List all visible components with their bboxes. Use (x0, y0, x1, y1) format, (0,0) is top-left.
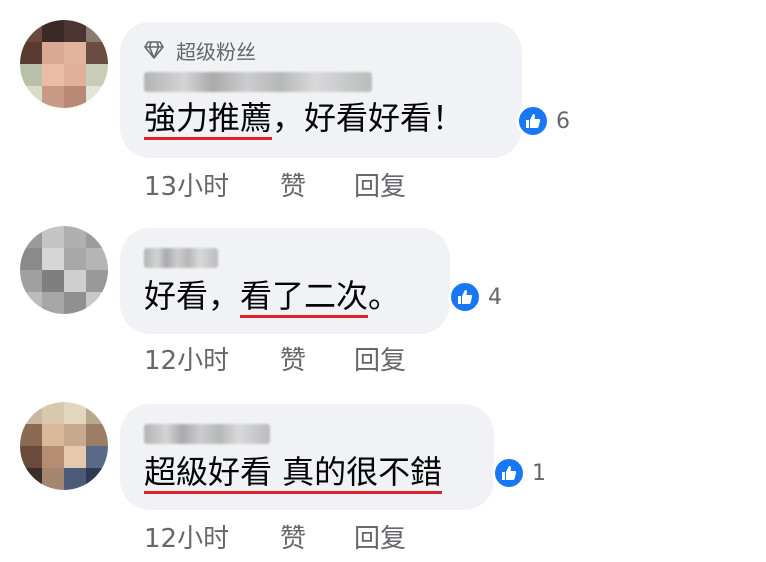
author-name[interactable] (144, 424, 270, 444)
reaction-count: 6 (556, 108, 570, 134)
thumbs-up-icon (516, 104, 550, 138)
comment-text-highlight: 看了二次 (240, 277, 369, 318)
author-name[interactable] (144, 248, 218, 268)
thumbs-up-icon (492, 456, 526, 490)
comment-actions: 13小时 赞 回复 (144, 166, 406, 203)
comment-bubble: 超級好看 真的很不錯 (120, 404, 494, 510)
comment-text: 好看，看了二次。 (144, 274, 428, 318)
reaction-summary[interactable]: 4 (448, 280, 502, 314)
reply-button[interactable]: 回复 (354, 518, 406, 555)
comment-text-rest: ，好看好看！ (272, 99, 465, 137)
comment-text-highlight: 強力推薦 (144, 99, 273, 140)
timestamp[interactable]: 13小时 (144, 166, 280, 203)
reaction-count: 4 (488, 284, 502, 310)
comment-text-start: 好看， (144, 277, 241, 315)
avatar[interactable] (20, 402, 108, 490)
comment-text-highlight: 超級好看 真的很不錯 (144, 453, 443, 494)
comment-text: 超級好看 真的很不錯 (144, 450, 472, 494)
comment-bubble: 好看，看了二次。 (120, 228, 450, 334)
reaction-count: 1 (532, 460, 546, 486)
thumbs-up-icon (448, 280, 482, 314)
comment-actions: 12小时 赞 回复 (144, 340, 406, 377)
comment-actions: 12小时 赞 回复 (144, 518, 406, 555)
avatar[interactable] (20, 226, 108, 314)
like-button[interactable]: 赞 (280, 166, 354, 203)
like-button[interactable]: 赞 (280, 340, 354, 377)
timestamp[interactable]: 12小时 (144, 340, 280, 377)
top-fan-badge: 超级粉丝 (144, 36, 500, 64)
comment-bubble: 超级粉丝 強力推薦，好看好看！ (120, 22, 522, 158)
reaction-summary[interactable]: 1 (492, 456, 546, 490)
avatar[interactable] (20, 20, 108, 108)
author-name[interactable] (144, 72, 372, 92)
comment-text-end: 。 (368, 277, 401, 315)
comment-text: 強力推薦，好看好看！ (144, 96, 500, 140)
reaction-summary[interactable]: 6 (516, 104, 570, 138)
reply-button[interactable]: 回复 (354, 166, 406, 203)
diamond-icon (144, 41, 164, 59)
like-button[interactable]: 赞 (280, 518, 354, 555)
reply-button[interactable]: 回复 (354, 340, 406, 377)
timestamp[interactable]: 12小时 (144, 518, 280, 555)
badge-label: 超级粉丝 (176, 39, 256, 64)
